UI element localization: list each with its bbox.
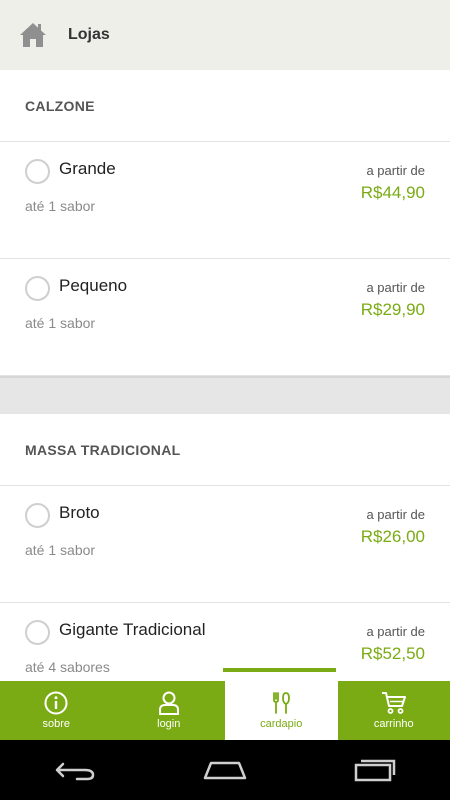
price-prefix: a partir de	[366, 507, 425, 522]
section-title: MASSA TRADICIONAL	[0, 414, 450, 486]
item-flavors: até 1 sabor	[25, 315, 96, 331]
radio-button[interactable]	[25, 159, 50, 184]
tab-label: sobre	[42, 718, 71, 730]
page-title: Lojas	[68, 26, 110, 43]
price-prefix: a partir de	[366, 163, 425, 178]
cart-icon	[381, 692, 406, 714]
item-price: R$29,90	[360, 300, 425, 319]
radio-button[interactable]	[25, 276, 50, 301]
item-flavors: até 1 sabor	[25, 542, 96, 558]
recents-icon	[354, 759, 396, 782]
home-icon[interactable]	[18, 20, 48, 50]
item-price: R$44,90	[360, 183, 425, 202]
section-divider	[0, 376, 450, 414]
price-prefix: a partir de	[366, 624, 425, 639]
item-price: R$26,00	[360, 527, 425, 546]
radio-button[interactable]	[25, 503, 50, 528]
info-icon	[44, 691, 68, 715]
item-name: Broto	[59, 503, 100, 522]
list-item[interactable]: Broto até 1 sabor a partir de R$26,00	[0, 486, 450, 603]
top-bar: Lojas	[0, 0, 450, 70]
list-item[interactable]: Pequeno até 1 sabor a partir de R$29,90	[0, 259, 450, 376]
back-icon	[55, 762, 95, 781]
recents-button[interactable]	[345, 750, 405, 790]
tab-login[interactable]: login	[113, 681, 226, 740]
tab-label: cardapio	[260, 718, 303, 730]
section-calzone: CALZONE Grande até 1 sabor a partir de R…	[0, 70, 450, 376]
home-button[interactable]	[195, 750, 255, 790]
list-item[interactable]: Grande até 1 sabor a partir de R$44,90	[0, 142, 450, 259]
tab-label: login	[157, 718, 181, 730]
price-prefix: a partir de	[366, 280, 425, 295]
tab-label: carrinho	[373, 718, 414, 730]
item-flavors: até 4 sabores	[25, 659, 110, 675]
active-tab-indicator	[223, 668, 336, 672]
user-icon	[158, 691, 179, 715]
bottom-tab-bar: sobre login cardapio carrinho	[0, 681, 450, 740]
system-nav-bar	[0, 740, 450, 800]
back-button[interactable]	[45, 750, 105, 790]
item-name: Pequeno	[59, 276, 128, 295]
tab-carrinho[interactable]: carrinho	[338, 681, 450, 740]
radio-button[interactable]	[25, 620, 50, 645]
item-price: R$52,50	[360, 644, 425, 663]
item-flavors: até 1 sabor	[25, 198, 96, 214]
home-nav-icon	[203, 761, 247, 780]
menu-list[interactable]: CALZONE Grande até 1 sabor a partir de R…	[0, 70, 450, 681]
item-name: Gigante Tradicional	[59, 620, 206, 639]
section-title: CALZONE	[0, 70, 450, 142]
section-massa-tradicional: MASSA TRADICIONAL Broto até 1 sabor a pa…	[0, 414, 450, 681]
cutlery-icon	[273, 692, 291, 714]
tab-sobre[interactable]: sobre	[0, 681, 113, 740]
item-name: Grande	[59, 159, 116, 178]
tab-cardapio[interactable]: cardapio	[225, 681, 338, 740]
